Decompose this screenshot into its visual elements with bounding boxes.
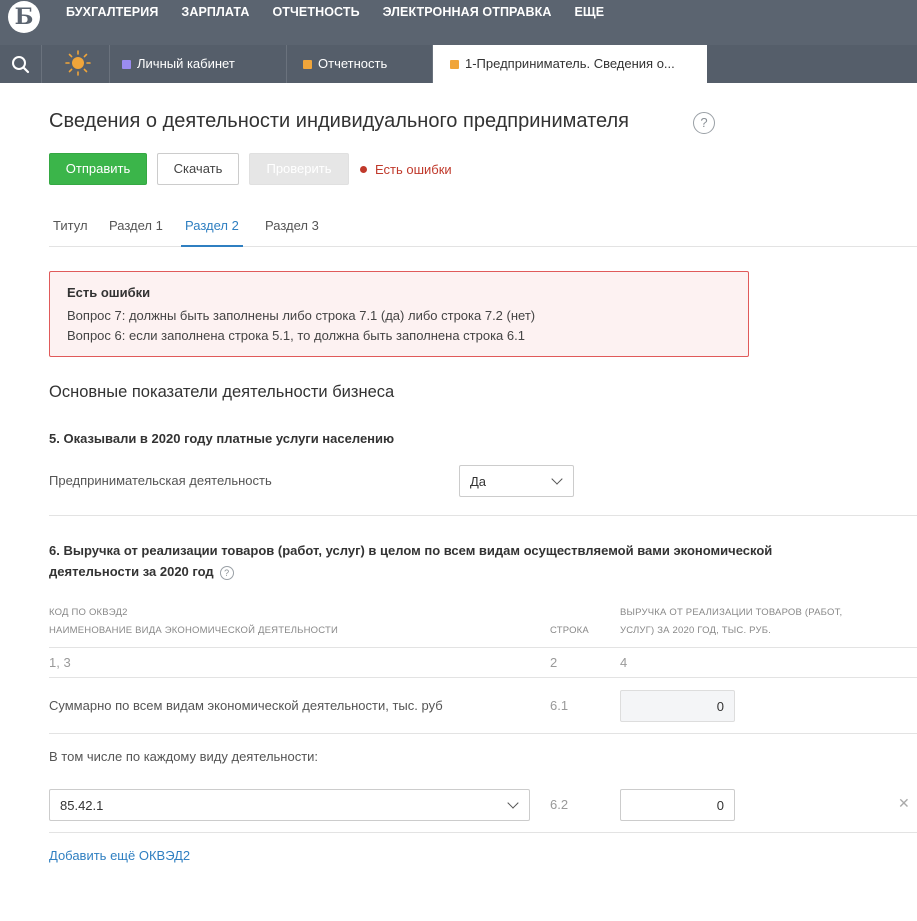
section-tabs: Титул Раздел 1 Раздел 2 Раздел 3 [49, 218, 917, 247]
field-value: 0 [716, 798, 724, 813]
nav-reporting[interactable]: ОТЧЕТНОСТЬ [272, 5, 359, 19]
nav-more[interactable]: ЕЩЕ [574, 5, 604, 19]
help-icon[interactable]: ? [693, 112, 715, 134]
tab-bar: Личный кабинет Отчетность 1-Предпринимат… [0, 45, 917, 83]
tab-section-1[interactable]: Раздел 1 [109, 218, 163, 247]
top-nav: Б БУХГАЛТЕРИЯ ЗАРПЛАТА ОТЧЕТНОСТЬ ЭЛЕКТР… [0, 0, 917, 45]
section-title: Основные показатели деятельности бизнеса [49, 383, 395, 401]
tab-title[interactable]: Титул [53, 218, 88, 247]
send-button[interactable]: Отправить [49, 153, 147, 185]
divider [49, 515, 917, 516]
divider [49, 647, 917, 648]
col-okved-code-header: Код по ОКВЭД2 [49, 607, 128, 618]
search-icon [12, 56, 30, 74]
total-row-label: Суммарно по всем видам экономической дея… [49, 698, 443, 713]
sun-icon [65, 50, 91, 76]
page-title: Сведения о деятельности индивидуального … [49, 110, 629, 132]
nav-accounting[interactable]: БУХГАЛТЕРИЯ [66, 5, 158, 19]
question-6-text: 6. Выручка от реализации товаров (работ,… [49, 543, 773, 579]
tab-section-3[interactable]: Раздел 3 [265, 218, 319, 247]
close-icon[interactable]: ✕ [898, 795, 910, 812]
entrepreneurial-activity-label: Предпринимательская деятельность [49, 473, 272, 488]
col-activity-name-header: Наименование вида экономической деятельн… [49, 625, 339, 636]
check-button[interactable]: Проверить [249, 153, 349, 185]
chevron-down-icon [551, 473, 563, 485]
field-value: 0 [716, 699, 724, 714]
divider [49, 832, 917, 833]
nav-e-submission[interactable]: ЭЛЕКТРОННАЯ ОТПРАВКА [383, 5, 552, 19]
tab-color-marker [450, 60, 459, 69]
tab-color-marker [303, 60, 312, 69]
tab-color-marker [122, 60, 131, 69]
col-number: 1, 3 [49, 655, 71, 670]
per-activity-subheading: В том числе по каждому виду деятельности… [49, 749, 319, 764]
theme-button[interactable] [42, 45, 110, 83]
col-number: 2 [550, 655, 558, 670]
error-box: Есть ошибки Вопрос 7: должны быть заполн… [49, 271, 749, 357]
chevron-down-icon [507, 797, 519, 809]
entrepreneurial-activity-select[interactable]: Да [459, 465, 574, 497]
error-status-label[interactable]: Есть ошибки [375, 162, 452, 177]
okved-revenue-field[interactable]: 0 [620, 789, 735, 821]
help-icon[interactable]: ? [219, 566, 234, 580]
select-value: 85.42.1 [60, 798, 104, 813]
col-line-header: Строка [550, 625, 589, 636]
error-box-title: Есть ошибки [67, 285, 151, 300]
okved-row-line: 6.2 [550, 797, 569, 812]
col-revenue-header: услуг) за 2020 год, тыс. руб. [620, 625, 771, 636]
okved-select[interactable]: 85.42.1 [49, 789, 530, 821]
error-line: Вопрос 6: если заполнена строка 5.1, то … [67, 328, 525, 343]
tab-label: Личный кабинет [137, 56, 235, 71]
download-button[interactable]: Скачать [157, 153, 239, 185]
error-line: Вопрос 7: должны быть заполнены либо стр… [67, 308, 536, 323]
divider [49, 677, 917, 678]
tab-reporting[interactable]: Отчетность [287, 45, 433, 83]
question-6-title: 6. Выручка от реализации товаров (работ,… [49, 540, 819, 582]
tab-section-2[interactable]: Раздел 2 [181, 218, 243, 247]
question-5-title: 5. Оказывали в 2020 году платные услуги … [49, 431, 395, 446]
total-row-line: 6.1 [550, 698, 569, 713]
tab-label: 1-Предприниматель. Сведения о... [465, 56, 675, 71]
tab-label: Отчетность [318, 56, 388, 71]
add-okved-link[interactable]: Добавить ещё ОКВЭД2 [49, 848, 190, 863]
total-revenue-field: 0 [620, 690, 735, 722]
nav-salary[interactable]: ЗАРПЛАТА [181, 5, 249, 19]
select-value: Да [470, 474, 487, 489]
tab-personal-account[interactable]: Личный кабинет [110, 45, 287, 83]
col-number: 4 [620, 655, 628, 670]
tab-current-report[interactable]: 1-Предприниматель. Сведения о... [433, 45, 707, 83]
col-revenue-header: Выручка от реализации товаров (работ, [620, 607, 843, 618]
top-menu: БУХГАЛТЕРИЯ ЗАРПЛАТА ОТЧЕТНОСТЬ ЭЛЕКТРОН… [66, 5, 627, 19]
logo[interactable]: Б [8, 1, 40, 33]
search-button[interactable] [0, 45, 42, 83]
divider [49, 733, 917, 734]
error-status-dot [360, 166, 367, 173]
